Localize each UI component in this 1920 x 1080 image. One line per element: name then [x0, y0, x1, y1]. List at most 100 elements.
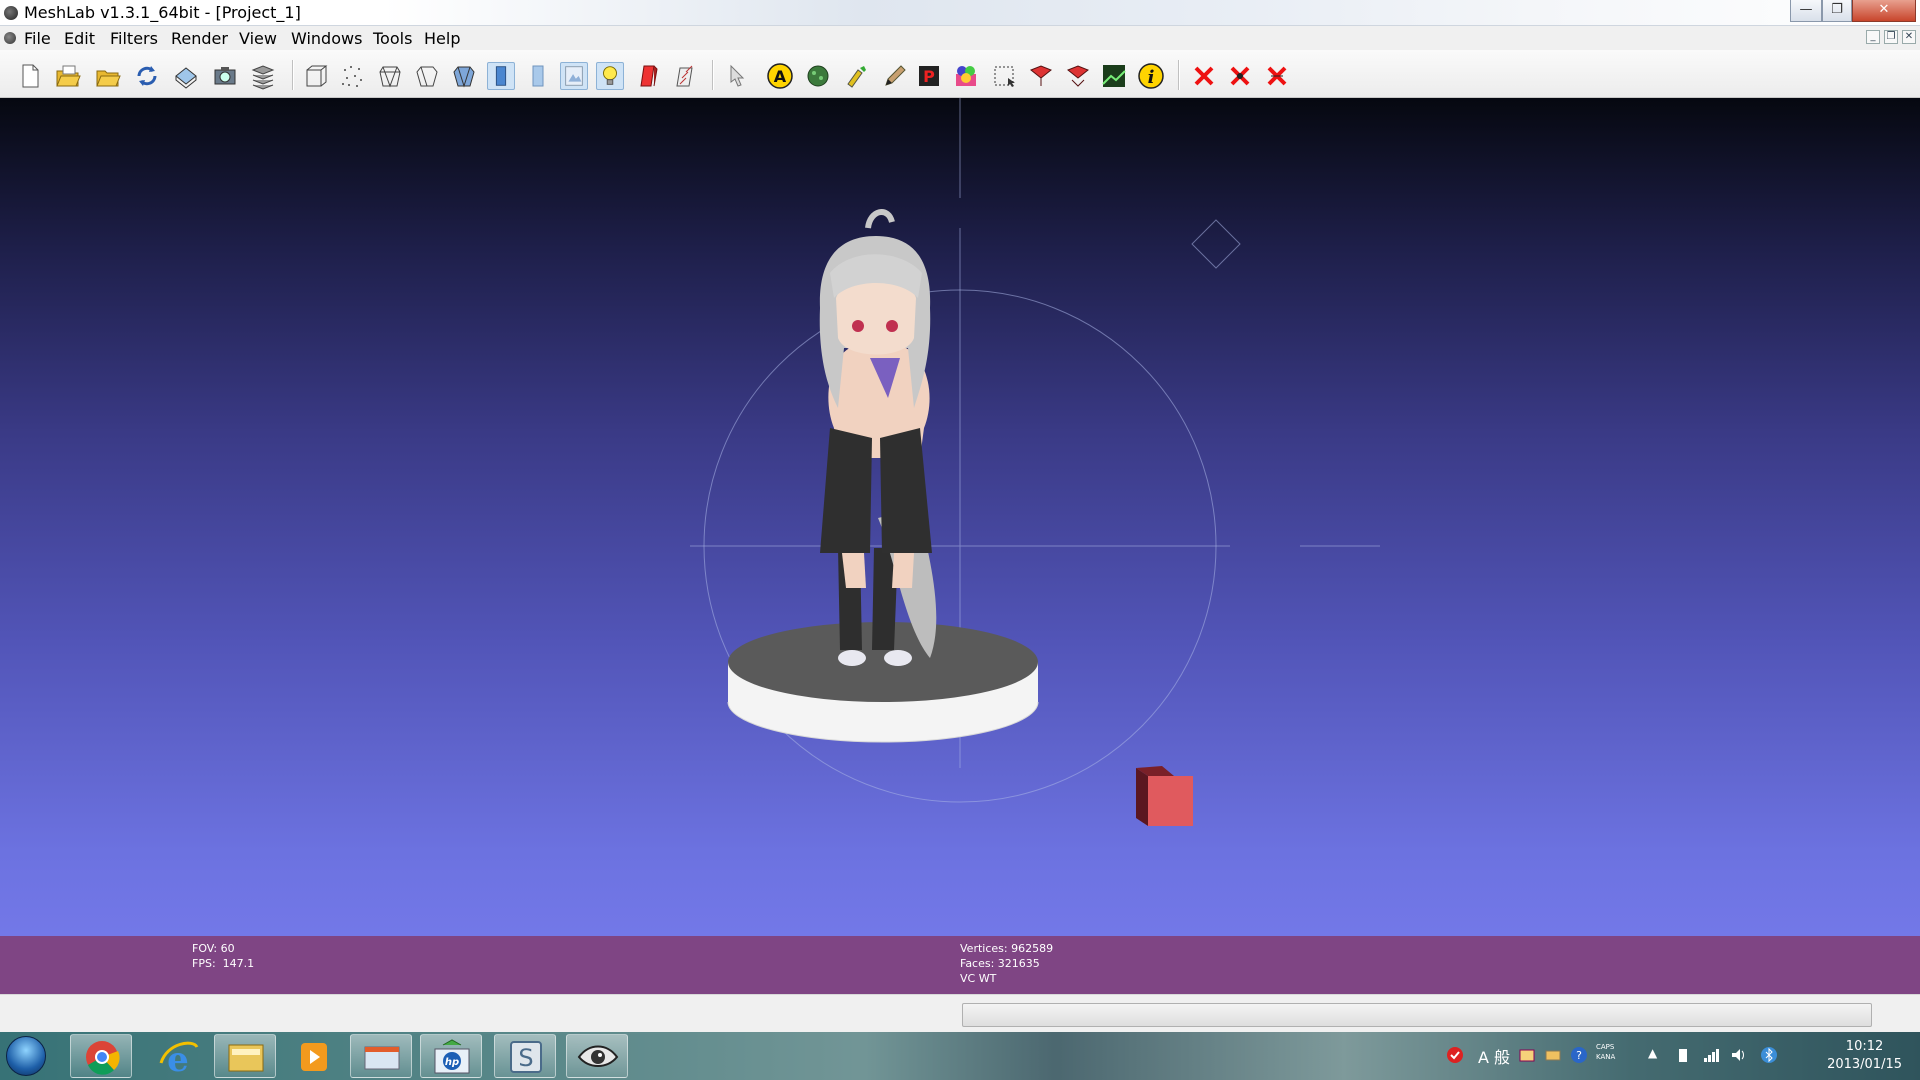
- svg-text:hp: hp: [445, 1057, 459, 1068]
- window-app-icon: [364, 1046, 400, 1070]
- annotation-icon[interactable]: A: [766, 62, 794, 90]
- taskbar-s-app[interactable]: S: [494, 1034, 556, 1078]
- close-button[interactable]: ✕: [1852, 0, 1916, 22]
- flat-shading-icon[interactable]: [487, 62, 515, 90]
- taskbar-ie[interactable]: e: [146, 1034, 208, 1080]
- taskbar-chrome[interactable]: [70, 1034, 132, 1078]
- mdi-close-button[interactable]: ✕: [1902, 30, 1916, 44]
- points-icon[interactable]: [339, 62, 367, 90]
- texture-icon[interactable]: [560, 62, 588, 90]
- clock-time: 10:12: [1845, 1039, 1884, 1054]
- new-document-icon[interactable]: [16, 62, 44, 90]
- media-player-icon: [301, 1043, 327, 1071]
- reload-icon[interactable]: [133, 62, 161, 90]
- minimize-button[interactable]: —: [1790, 0, 1822, 22]
- maximize-button[interactable]: ❐: [1822, 0, 1852, 22]
- ime-dictionary-icon[interactable]: [1544, 1046, 1562, 1064]
- color-icon[interactable]: [634, 62, 662, 90]
- delete-faces-icon[interactable]: [1263, 62, 1291, 90]
- delete-vertices-icon[interactable]: [1226, 62, 1254, 90]
- pick-points-icon[interactable]: P: [915, 62, 943, 90]
- status-bar: [0, 994, 1920, 1032]
- raster-align-icon[interactable]: [1100, 62, 1128, 90]
- start-button[interactable]: [6, 1036, 46, 1076]
- select-region-icon[interactable]: [1027, 62, 1055, 90]
- meshlab-app-icon: [4, 6, 18, 20]
- antivirus-icon[interactable]: [1446, 1046, 1464, 1064]
- mdi-minimize-button[interactable]: _: [1866, 30, 1880, 44]
- open-mesh-icon[interactable]: [94, 62, 122, 90]
- show-hidden-icons-icon[interactable]: ▲: [1648, 1046, 1657, 1060]
- chrome-icon: [86, 1041, 120, 1075]
- taskbar-generic-app[interactable]: [350, 1034, 412, 1078]
- file-explorer-icon: [228, 1044, 264, 1072]
- character-model: [819, 209, 937, 666]
- color-brush-icon[interactable]: [842, 62, 870, 90]
- faces-readout: Faces: 321635: [960, 957, 1040, 970]
- 3d-viewport[interactable]: [0, 98, 1920, 936]
- main-toolbar: A P i: [0, 50, 1920, 98]
- select-connected-icon[interactable]: [1064, 62, 1092, 90]
- bluetooth-icon[interactable]: [1760, 1046, 1778, 1064]
- pencil-icon[interactable]: [880, 62, 908, 90]
- menu-help[interactable]: Help: [424, 29, 460, 48]
- menu-tools[interactable]: Tools: [373, 29, 412, 48]
- menu-filters[interactable]: Filters: [110, 29, 158, 48]
- svg-text:?: ?: [1576, 1049, 1582, 1062]
- hidden-lines-icon[interactable]: [413, 62, 441, 90]
- light-cube: [1136, 766, 1193, 826]
- clock-date: 2013/01/15: [1827, 1057, 1902, 1072]
- volume-icon[interactable]: [1730, 1046, 1748, 1064]
- network-icon[interactable]: [1702, 1046, 1720, 1064]
- layers-icon[interactable]: [249, 62, 277, 90]
- smooth-shading-icon[interactable]: [524, 62, 552, 90]
- document-icon[interactable]: [4, 32, 16, 44]
- svg-text:A: A: [774, 67, 787, 86]
- render-mode-readout: VC WT: [960, 972, 997, 985]
- taskbar-explorer[interactable]: [214, 1034, 276, 1078]
- flat-lines-icon[interactable]: [450, 62, 478, 90]
- svg-text:S: S: [518, 1044, 533, 1072]
- open-project-icon[interactable]: [54, 62, 82, 90]
- save-icon[interactable]: [172, 62, 200, 90]
- progress-bar: [962, 1003, 1872, 1027]
- menu-render[interactable]: Render: [171, 29, 228, 48]
- internet-explorer-icon: e: [159, 1040, 199, 1080]
- bounding-box-icon[interactable]: [302, 62, 330, 90]
- taskbar-media-player[interactable]: [282, 1034, 344, 1078]
- vertex-color-icon[interactable]: [952, 62, 980, 90]
- ime-indicator[interactable]: A 般: [1478, 1044, 1510, 1068]
- paint-icon[interactable]: [804, 62, 832, 90]
- wireframe-icon[interactable]: [376, 62, 404, 90]
- ime-tool-icon[interactable]: [1518, 1046, 1536, 1064]
- meshlab-eye-icon: [577, 1045, 619, 1067]
- delete-selected-icon[interactable]: [1190, 62, 1218, 90]
- device-icon[interactable]: [1674, 1046, 1692, 1064]
- taskbar-meshlab[interactable]: [566, 1034, 628, 1078]
- menu-view[interactable]: View: [239, 29, 277, 48]
- menu-windows[interactable]: Windows: [291, 29, 362, 48]
- caps-indicator: CAPS KANA: [1596, 1043, 1616, 1061]
- title-bar: MeshLab v1.3.1_64bit - [Project_1] — ❐ ✕: [0, 0, 1920, 26]
- taskbar-hp[interactable]: hp: [420, 1034, 482, 1078]
- light-bulb-icon[interactable]: [596, 62, 624, 90]
- window-title: MeshLab v1.3.1_64bit - [Project_1]: [24, 3, 301, 22]
- hp-icon: hp: [434, 1039, 470, 1074]
- viewport-info-bar: FOV: 60 FPS: 147.1 Vertices: 962589 Face…: [0, 936, 1920, 994]
- scene-canvas[interactable]: [0, 98, 1920, 936]
- fps-readout: FPS: 147.1: [192, 957, 255, 970]
- taskbar-clock[interactable]: 10:12 2013/01/15: [1827, 1038, 1902, 1074]
- info-icon[interactable]: i: [1137, 62, 1165, 90]
- menu-file[interactable]: File: [24, 29, 51, 48]
- mdi-restore-button[interactable]: ❐: [1884, 30, 1898, 44]
- menu-edit[interactable]: Edit: [64, 29, 95, 48]
- vertices-readout: Vertices: 962589: [960, 942, 1054, 955]
- snapshot-icon[interactable]: [211, 62, 239, 90]
- svg-text:P: P: [923, 67, 935, 86]
- help-icon[interactable]: ?: [1570, 1046, 1588, 1064]
- select-faces-icon[interactable]: [990, 62, 1018, 90]
- manipulator-icon[interactable]: [722, 62, 750, 90]
- normals-icon[interactable]: [672, 62, 700, 90]
- windows-taskbar: e hp S A 般 ? CAPS KANA ▲ 10:12 2013/01/15: [0, 1032, 1920, 1080]
- fov-readout: FOV: 60: [192, 942, 235, 955]
